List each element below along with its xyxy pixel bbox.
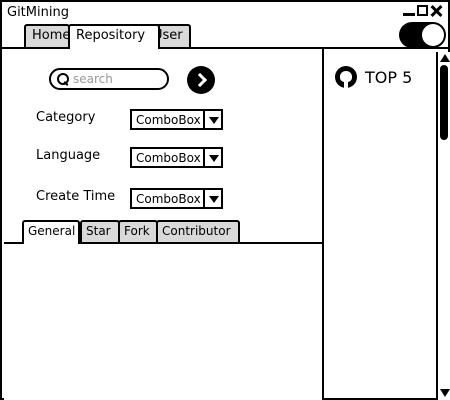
create-time-combobox-value: ComboBox — [136, 192, 201, 206]
maximize-icon[interactable] — [417, 5, 428, 16]
language-combobox[interactable]: ComboBox — [130, 147, 223, 168]
tab-repository[interactable]: Repository — [68, 24, 160, 49]
github-icon — [335, 66, 357, 88]
language-combobox-value: ComboBox — [136, 151, 201, 165]
tab-contributor[interactable]: Contributor — [156, 220, 240, 242]
tab-home[interactable]: Home — [24, 24, 70, 47]
search-box[interactable] — [49, 68, 169, 90]
tab-general-label: General — [28, 224, 76, 238]
category-combobox[interactable]: ComboBox — [130, 109, 223, 130]
toggle-switch[interactable] — [399, 22, 446, 48]
category-combobox-value: ComboBox — [136, 113, 201, 127]
close-icon[interactable] — [430, 5, 442, 17]
chevron-down-icon[interactable] — [203, 149, 221, 166]
scroll-up-icon[interactable] — [440, 54, 450, 62]
search-icon — [57, 73, 69, 85]
top5-sidebar — [322, 47, 448, 400]
chevron-down-icon[interactable] — [203, 190, 221, 207]
search-input[interactable] — [73, 72, 163, 86]
scroll-down-icon[interactable] — [440, 389, 450, 397]
general-tab-panel — [4, 242, 324, 400]
minimize-icon[interactable] — [403, 5, 415, 17]
category-label: Category — [36, 110, 96, 125]
create-time-label: Create Time — [36, 189, 116, 204]
tab-fork-label: Fork — [124, 224, 150, 238]
language-label: Language — [36, 148, 101, 163]
tab-fork[interactable]: Fork — [118, 220, 158, 242]
scroll-thumb[interactable] — [440, 65, 448, 140]
app-title: GitMining — [7, 5, 69, 20]
window-controls — [403, 5, 442, 17]
search-go-button[interactable] — [187, 66, 215, 94]
tab-contributor-label: Contributor — [162, 224, 231, 238]
app-window: GitMining Home Repository User Category … — [0, 0, 450, 400]
tab-repository-label: Repository — [76, 28, 146, 43]
tab-star[interactable]: Star — [80, 220, 120, 242]
top5-header: TOP 5 — [335, 66, 412, 88]
tab-home-label: Home — [32, 28, 71, 43]
create-time-combobox[interactable]: ComboBox — [130, 188, 223, 209]
top5-title: TOP 5 — [365, 67, 413, 87]
toggle-knob — [422, 24, 444, 46]
tab-general[interactable]: General — [22, 220, 80, 244]
sidebar-scrollbar[interactable] — [436, 52, 450, 400]
chevron-down-icon[interactable] — [203, 111, 221, 128]
tab-star-label: Star — [86, 224, 111, 238]
